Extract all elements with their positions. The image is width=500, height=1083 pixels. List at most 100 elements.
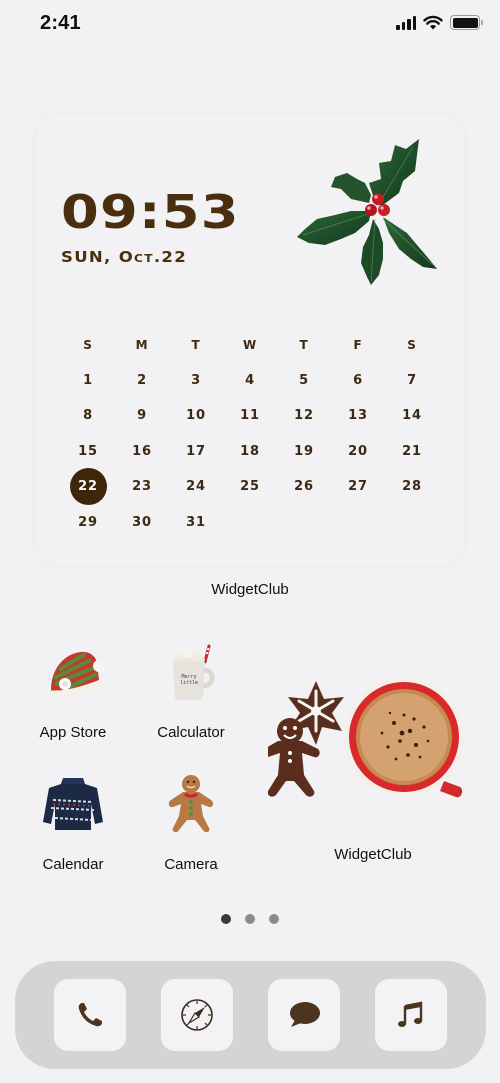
status-bar: 2:41 [0,0,500,50]
dock-music[interactable] [375,979,447,1051]
calendar-day: 19 [277,444,331,459]
app-label: Calendar [42,856,104,873]
calendar-day-number: 29 [78,514,98,530]
calendar-day-number: 25 [240,479,260,495]
calendar-day-number: 30 [132,514,152,530]
app-label: App Store [39,724,107,741]
calendar-day-number: 31 [186,514,206,530]
calendar-day: 7 [385,373,439,388]
calendar-day: 9 [115,408,169,423]
calendar-day-number: 7 [407,372,417,388]
calendar-day-number: 6 [353,372,363,388]
calendar-weeks: 1 2 3 4 5 6 7 8 9 10 11 12 13 14 15 16 17 18 19 20 21 22 23 24 2… [61,363,439,541]
compass-icon [181,999,213,1031]
calendar-week-row: 1 2 3 4 5 6 7 [61,363,439,399]
calendar-day-number: 13 [348,408,368,424]
calendar-week-row: 15 16 17 18 19 20 21 [61,434,439,470]
calendar-day-number: 21 [402,443,422,459]
app-app-store[interactable]: App Store [18,640,128,741]
small-widget-label: WidgetClub [334,846,412,863]
widget-date: SUN, Oct.22 [61,248,187,266]
dock-phone[interactable] [54,979,126,1051]
cookies-coffee-widget[interactable]: WidgetClub [268,670,478,870]
calendar-day: 6 [331,373,385,388]
calendar-day: 3 [169,373,223,388]
calendar-day-number: 16 [132,443,152,459]
calendar-grid: S M T W T F S 1 2 3 4 5 6 7 8 9 10 11 12 13 14 15 16 17 1… [61,327,439,540]
page-dot[interactable] [269,914,279,924]
calendar-day-number: 12 [294,408,314,424]
dock [15,961,486,1069]
calendar-day: 26 [277,479,331,494]
calendar-day: 4 [223,373,277,388]
calendar-day-number: 9 [137,408,147,424]
clock-calendar-widget[interactable]: 09:53 SUN, Oct.22 S M T W T F S 1 2 3 4 … [36,115,464,565]
large-widget-label: WidgetClub [211,581,289,598]
christmas-sweater-icon [43,778,103,830]
calendar-day-number: 24 [186,479,206,495]
calendar-day: 30 [115,515,169,530]
weekday-label: S [83,337,93,352]
calendar-day: 18 [223,444,277,459]
calendar-day: 27 [331,479,385,494]
calendar-day: 8 [61,408,115,423]
calendar-weekday-row: S M T W T F S [61,327,439,363]
dock-safari[interactable] [161,979,233,1051]
calendar-day-today: 22 [61,468,115,506]
weekday-label: S [407,337,417,352]
svg-text:little: little [180,680,198,686]
wifi-icon [423,15,443,30]
weekday-label: T [299,337,309,352]
music-note-icon [398,1001,423,1027]
battery-fill [452,17,478,28]
app-calculator[interactable]: Merry little Calculator [136,640,246,741]
calendar-day: 2 [115,373,169,388]
cookies-coffee-image [268,677,464,798]
calendar-day-number: 17 [186,443,206,459]
gingerbread-man-icon [168,775,214,833]
status-time: 2:41 [40,12,81,34]
chat-bubble-icon [290,1002,320,1027]
calendar-week-row: 22 23 24 25 26 27 28 [61,468,439,506]
calendar-day: 20 [331,444,385,459]
page-indicator[interactable] [0,914,500,924]
holly-icon [297,139,437,285]
calendar-day-number: 15 [78,443,98,459]
weekday-label: F [353,337,363,352]
calendar-day: 25 [223,479,277,494]
calendar-day-number: 2 [137,372,147,388]
calendar-day-number: 11 [240,408,260,424]
weekday-label: T [191,337,201,352]
widget-date-text: SUN, Oct.22 [61,248,188,266]
page-dot[interactable] [245,914,255,924]
calendar-day: 29 [61,515,115,530]
calendar-week-row: 29 30 31 [61,505,439,541]
calendar-day-number: 1 [83,372,93,388]
calendar-day: 15 [61,444,115,459]
calendar-day: 10 [169,408,223,423]
calendar-day-number: 4 [245,372,255,388]
calendar-week-row: 8 9 10 11 12 13 14 [61,398,439,434]
app-calendar[interactable]: Calendar [18,772,128,873]
calendar-day-number: 23 [132,479,152,495]
calendar-day-number: 3 [191,372,201,388]
calendar-day-number: 8 [83,408,93,424]
calendar-day: 13 [331,408,385,423]
calendar-day: 11 [223,408,277,423]
battery-icon [450,15,483,30]
calendar-day: 28 [385,479,439,494]
page-dot[interactable] [221,914,231,924]
dock-messages[interactable] [268,979,340,1051]
calendar-day-number: 26 [294,479,314,495]
calendar-day-number: 14 [402,408,422,424]
app-camera[interactable]: Camera [136,772,246,873]
calendar-day-number: 27 [348,479,368,495]
calendar-day-number: 28 [402,479,422,495]
calendar-day-number: 20 [348,443,368,459]
calendar-day: 23 [115,479,169,494]
calendar-day: 17 [169,444,223,459]
calendar-day-number: 10 [186,408,206,424]
santa-hat-icon [47,651,105,699]
phone-icon [78,1003,102,1027]
calendar-day: 21 [385,444,439,459]
